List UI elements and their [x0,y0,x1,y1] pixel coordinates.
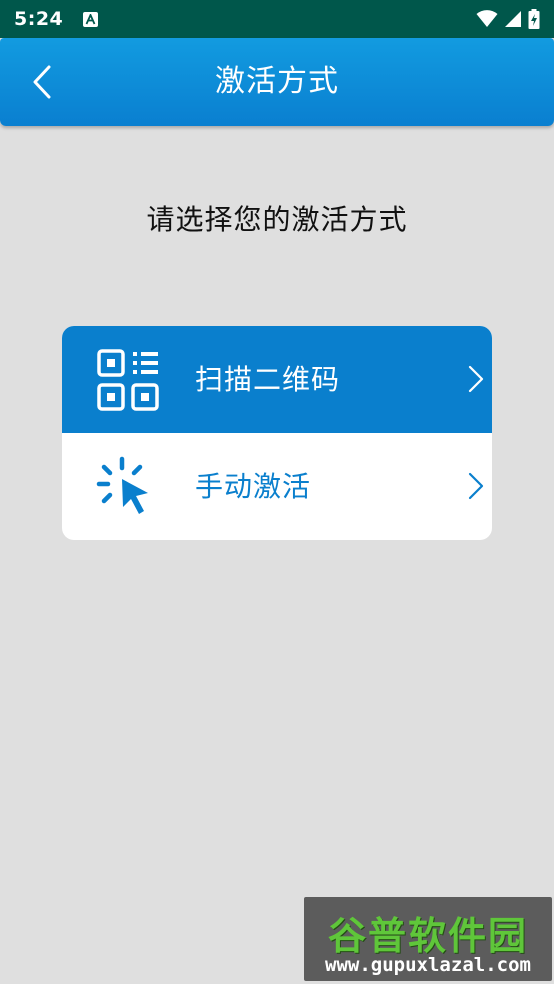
option-label-scan-qr: 扫描二维码 [195,363,341,396]
watermark-brand: 谷普软件园 [327,914,528,958]
activation-prompt: 请选择您的激活方式 [146,203,408,236]
app-bar: 激活方式 [0,38,554,126]
status-bar: 5:24 [0,0,554,38]
status-icons [476,9,540,29]
signal-icon [505,11,521,27]
watermark: 谷普软件园 www.gupuxlazal.com [304,897,552,981]
status-time: 5:24 [14,8,64,30]
battery-charging-icon [528,9,540,29]
chevron-right-icon [468,365,484,393]
option-label-manual-activation: 手动激活 [195,470,312,503]
watermark-url: www.gupuxlazal.com [325,954,531,976]
wifi-icon [476,10,498,27]
option-scan-qr[interactable]: 扫描二维码 [62,326,492,433]
page-title: 激活方式 [215,64,339,99]
activation-options: 扫描二维码 手动激活 [62,326,492,540]
a-notification-icon [83,11,99,27]
click-cursor-icon [96,456,148,514]
chevron-right-icon [468,472,484,500]
qr-code-icon [97,349,159,411]
option-manual-activation[interactable]: 手动激活 [62,433,492,540]
